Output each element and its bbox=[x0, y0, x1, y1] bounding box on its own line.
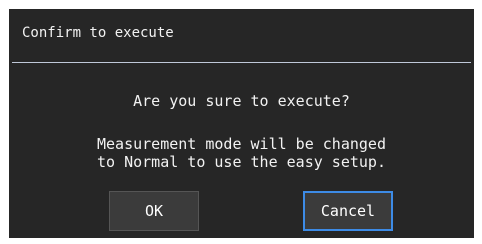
dialog-title: Confirm to execute bbox=[22, 25, 174, 41]
message-line-1: Measurement mode will be changed bbox=[97, 135, 386, 153]
ok-button[interactable]: OK bbox=[109, 191, 199, 231]
confirm-message: Measurement mode will be changed to Norm… bbox=[9, 135, 474, 171]
cancel-button[interactable]: Cancel bbox=[303, 191, 393, 231]
confirm-question: Are you sure to execute? bbox=[133, 92, 350, 110]
title-divider bbox=[12, 62, 471, 63]
confirm-dialog: Confirm to execute Are you sure to execu… bbox=[9, 9, 474, 238]
message-line-2: to Normal to use the easy setup. bbox=[97, 153, 386, 171]
